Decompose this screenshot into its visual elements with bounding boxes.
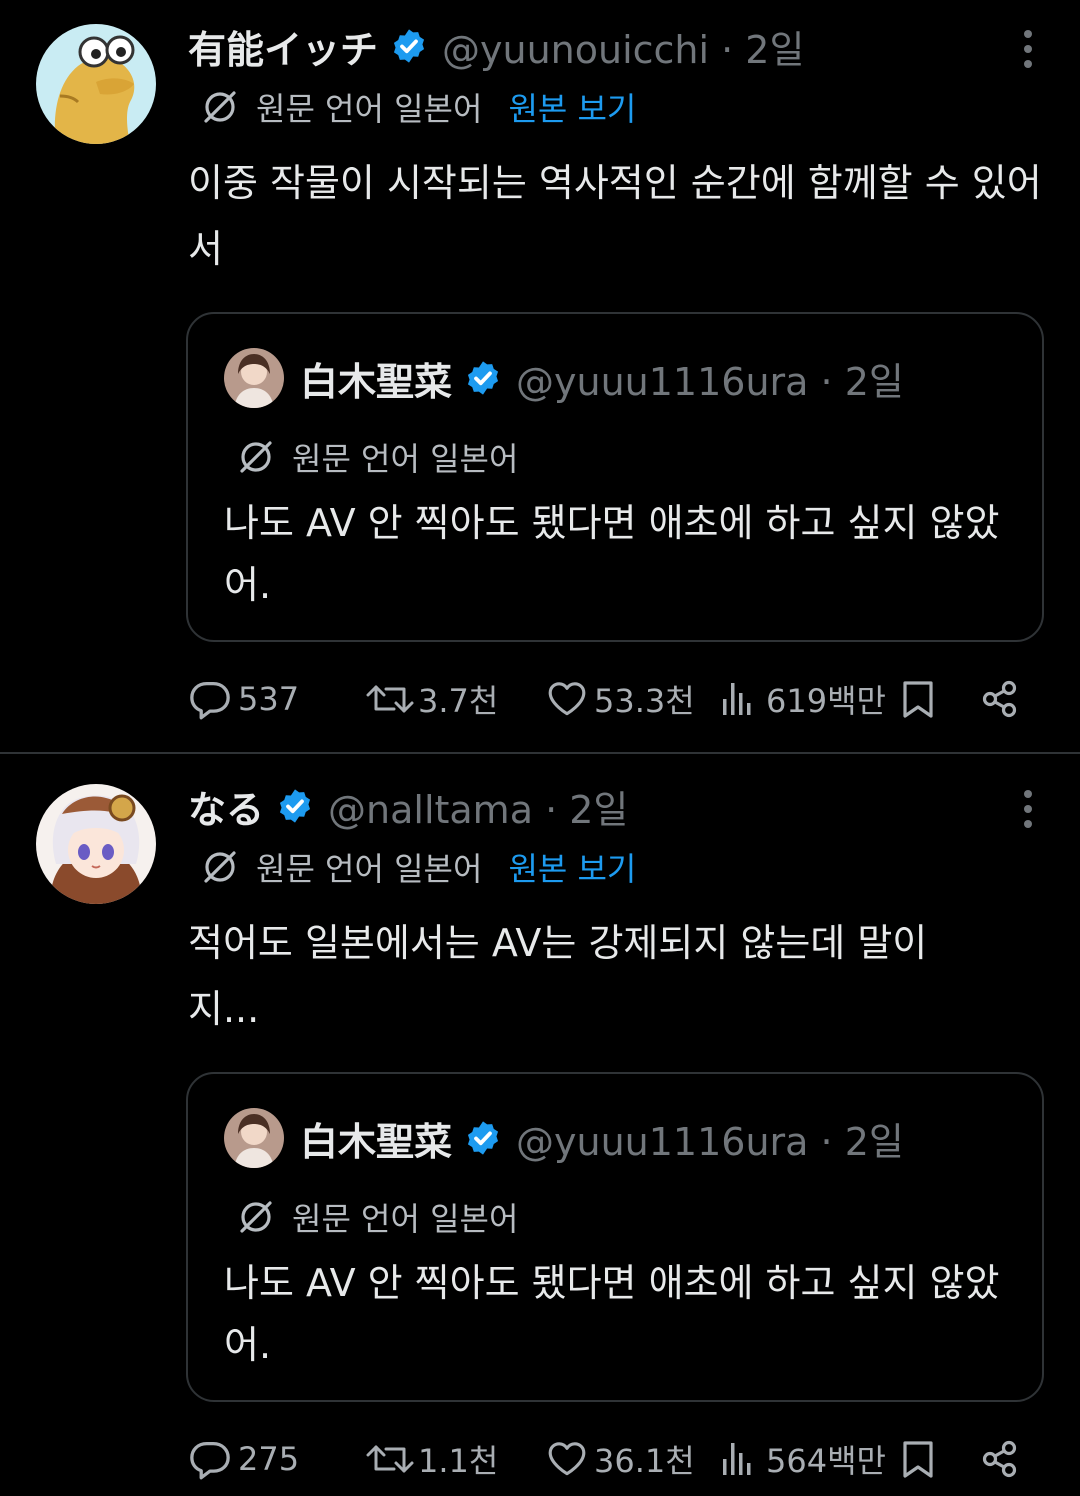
action-bar: 275 1.1천 36.1천 564백만: [186, 1434, 1036, 1484]
more-options-icon[interactable]: [1022, 790, 1034, 828]
views-button[interactable]: 619백만: [718, 674, 886, 724]
quoted-header: 白木聖菜 @yuuu1116ura · 2일: [300, 352, 904, 404]
tweet-header: 有能イッチ @yuunouicchi · 2일: [188, 20, 804, 72]
translation-label: 원문 언어 일본어: [256, 90, 483, 128]
like-count: 53.3천: [594, 682, 695, 720]
view-original-link[interactable]: 원본 보기: [508, 84, 636, 130]
tweet[interactable]: なる @nalltama · 2일 원문 언어 일본어 원본 보기 적어도 일본…: [0, 760, 1080, 1496]
like-button[interactable]: 36.1천: [546, 1434, 695, 1484]
verified-badge-icon: [464, 359, 502, 397]
repost-count: 1.1천: [418, 1442, 499, 1480]
views-chart-icon: [718, 679, 758, 719]
repost-icon: [364, 679, 416, 719]
heart-icon: [546, 1438, 588, 1480]
author-handle[interactable]: @nalltama · 2일: [328, 779, 628, 834]
translate-icon: [200, 87, 240, 127]
translation-label: 원문 언어 일본어: [256, 850, 483, 888]
quoted-text: 나도 AV 안 찍아도 됐다면 애초에 하고 싶지 않았어.: [224, 501, 1000, 607]
quoted-author-name: 白木聖菜: [300, 1119, 453, 1164]
quoted-avatar: [224, 1108, 284, 1168]
verified-badge-icon: [464, 1119, 502, 1157]
bookmark-icon: [898, 679, 938, 719]
author-name[interactable]: なる: [188, 779, 264, 834]
quoted-tweet[interactable]: 白木聖菜 @yuuu1116ura · 2일 원문 언어 일본어 나도 AV 안…: [186, 1072, 1044, 1402]
avatar[interactable]: [36, 24, 156, 144]
heart-icon: [546, 678, 588, 720]
translation-notice: 원문 언어 일본어 원본 보기: [200, 84, 636, 130]
reply-button[interactable]: 275: [188, 1434, 299, 1484]
reply-count: 275: [238, 1440, 300, 1478]
repost-button[interactable]: 1.1천: [364, 1434, 498, 1484]
reply-icon: [188, 1437, 232, 1481]
repost-icon: [364, 1439, 416, 1479]
translate-icon: [236, 1197, 276, 1237]
view-count: 619백만: [766, 682, 886, 720]
like-button[interactable]: 53.3천: [546, 674, 695, 724]
view-original-link[interactable]: 원본 보기: [508, 844, 636, 890]
tweet-text: 적어도 일본에서는 AV는 강제되지 않는데 말이지...: [188, 921, 928, 1031]
translation-label: 원문 언어 일본어: [292, 440, 519, 478]
views-button[interactable]: 564백만: [718, 1434, 886, 1484]
repost-count: 3.7천: [418, 682, 499, 720]
quoted-translation-notice: 원문 언어 일본어: [236, 1194, 518, 1240]
share-button[interactable]: [980, 1434, 1020, 1484]
tweet[interactable]: 有能イッチ @yuunouicchi · 2일 원문 언어 일본어 원본 보기 …: [0, 0, 1080, 752]
reply-icon: [188, 677, 232, 721]
quoted-author-handle: @yuuu1116ura · 2일: [516, 1119, 904, 1164]
verified-badge-icon: [276, 787, 314, 825]
quoted-tweet[interactable]: 白木聖菜 @yuuu1116ura · 2일 원문 언어 일본어 나도 AV 안…: [186, 312, 1044, 642]
tweet-text: 이중 작물이 시작되는 역사적인 순간에 함께할 수 있어서: [188, 161, 1042, 271]
bookmark-button[interactable]: [898, 674, 938, 724]
reply-count: 537: [238, 680, 300, 718]
translation-notice: 원문 언어 일본어 원본 보기: [200, 844, 636, 890]
quoted-translation-notice: 원문 언어 일본어: [236, 434, 518, 480]
share-icon: [980, 1439, 1020, 1479]
tweet-divider: [0, 752, 1080, 754]
repost-button[interactable]: 3.7천: [364, 674, 498, 724]
tweet-header: なる @nalltama · 2일: [188, 780, 628, 832]
quoted-header: 白木聖菜 @yuuu1116ura · 2일: [300, 1112, 904, 1164]
views-chart-icon: [718, 1439, 758, 1479]
like-count: 36.1천: [594, 1442, 695, 1480]
view-count: 564백만: [766, 1442, 886, 1480]
bookmark-icon: [898, 1439, 938, 1479]
share-button[interactable]: [980, 674, 1020, 724]
translate-icon: [236, 437, 276, 477]
bookmark-button[interactable]: [898, 1434, 938, 1484]
quoted-text: 나도 AV 안 찍아도 됐다면 애초에 하고 싶지 않았어.: [224, 1261, 1000, 1367]
verified-badge-icon: [390, 27, 428, 65]
author-name[interactable]: 有能イッチ: [188, 19, 378, 74]
quoted-avatar: [224, 348, 284, 408]
quoted-author-name: 白木聖菜: [300, 359, 453, 404]
share-icon: [980, 679, 1020, 719]
translate-icon: [200, 847, 240, 887]
reply-button[interactable]: 537: [188, 674, 299, 724]
author-handle[interactable]: @yuunouicchi · 2일: [442, 19, 804, 74]
avatar[interactable]: [36, 784, 156, 904]
action-bar: 537 3.7천 53.3천 619백만: [186, 674, 1036, 724]
translation-label: 원문 언어 일본어: [292, 1200, 519, 1238]
quoted-author-handle: @yuuu1116ura · 2일: [516, 359, 904, 404]
more-options-icon[interactable]: [1022, 30, 1034, 68]
